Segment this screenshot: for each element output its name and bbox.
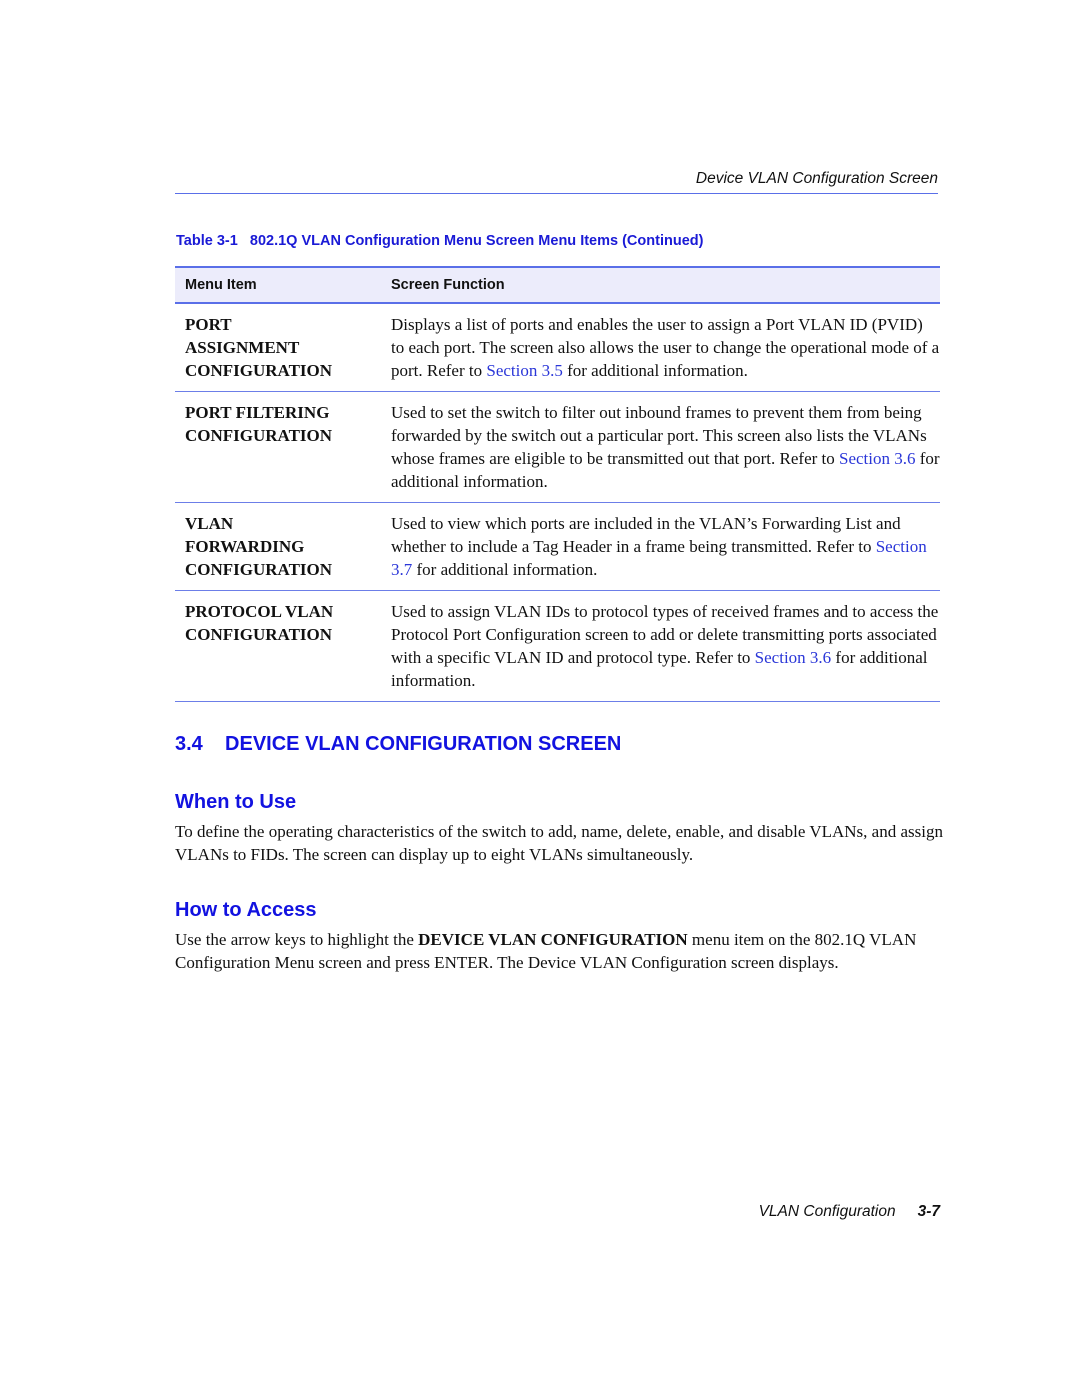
column-header-menu-item: Menu Item (185, 277, 257, 293)
table-row: PROTOCOL VLAN CONFIGURATION Used to assign… (175, 591, 940, 702)
how-to-access-paragraph: Use the arrow keys to highlight the DEVI… (175, 928, 945, 974)
description-text: Used to view which ports are included in… (391, 514, 901, 556)
table-caption-label: Table 3-1 (176, 233, 238, 249)
screen-function-cell: Displays a list of ports and enables the… (391, 313, 940, 382)
screen-function-cell: Used to set the switch to filter out inb… (391, 401, 940, 493)
table-row: PORT FILTERING CONFIGURATION Used to set t… (175, 392, 940, 503)
menu-item-cell: VLAN FORWARDING CONFIGURATION (175, 512, 391, 581)
when-to-use-heading: When to Use (175, 791, 297, 813)
section-link[interactable]: Section 3.6 (839, 449, 916, 468)
table-header-row: Menu Item Screen Function (175, 266, 940, 304)
column-header-screen-function: Screen Function (391, 277, 505, 293)
page-number: 3-7 (917, 1203, 940, 1220)
menu-item-line: ASSIGNMENT (185, 338, 300, 357)
table-row: VLAN FORWARDING CONFIGURATION Used to view … (175, 503, 940, 591)
footer-title: VLAN Configuration (758, 1203, 896, 1220)
menu-item-line: PORT FILTERING (185, 403, 330, 422)
screen-function-cell: Used to assign VLAN IDs to protocol type… (391, 600, 940, 692)
menu-item-line: CONFIGURATION (185, 625, 333, 644)
menu-items-table: Menu Item Screen Function PORT ASSIGNMENT… (175, 266, 940, 702)
section-number: 3.4 (175, 733, 203, 755)
menu-item-line: PROTOCOL VLAN (185, 602, 334, 621)
menu-item-cell: PROTOCOL VLAN CONFIGURATION (175, 600, 391, 692)
menu-item-line: PORT (185, 315, 232, 334)
menu-item-cell: PORT ASSIGNMENT CONFIGURATION (175, 313, 391, 382)
page-footer: VLAN Configuration 3-7 (700, 1203, 940, 1221)
menu-item-line: CONFIGURATION (185, 426, 333, 445)
menu-item-line: VLAN (185, 514, 234, 533)
menu-item-line: CONFIGURATION (185, 560, 333, 579)
when-to-use-paragraph: To define the operating characteristics … (175, 822, 943, 864)
how-to-access-text-start: Use the arrow keys to highlight the (175, 930, 419, 949)
description-text: for additional information. (412, 560, 598, 579)
table-row: PORT ASSIGNMENT CONFIGURATION Displays a li… (175, 304, 940, 392)
table-body: PORT ASSIGNMENT CONFIGURATION Displays a li… (175, 304, 940, 702)
description-text: for additional information. (562, 361, 748, 380)
how-to-access-heading: How to Access (175, 899, 317, 921)
header-rule (175, 193, 938, 194)
section-title: DEVICE VLAN CONFIGURATION SCREEN (225, 733, 622, 755)
table-caption-title: 802.1Q VLAN Configuration Menu Screen Me… (249, 233, 704, 249)
section-link[interactable]: Section 3.6 (755, 648, 832, 667)
running-header: Device VLAN Configuration Screen (695, 170, 938, 187)
menu-item-cell: PORT FILTERING CONFIGURATION (175, 401, 391, 493)
section-heading: 3.4 DEVICE VLAN CONFIGURATION SCREEN (175, 733, 621, 756)
screen-function-cell: Used to view which ports are included in… (391, 512, 940, 581)
menu-item-line: CONFIGURATION (185, 361, 333, 380)
menu-item-line: FORWARDING (185, 537, 305, 556)
menu-item-name: DEVICE VLAN CONFIGURATION (418, 930, 688, 949)
section-link[interactable]: Section 3.5 (486, 361, 563, 380)
table-caption: Table 3-1 802.1Q VLAN Configuration Menu… (176, 233, 703, 249)
